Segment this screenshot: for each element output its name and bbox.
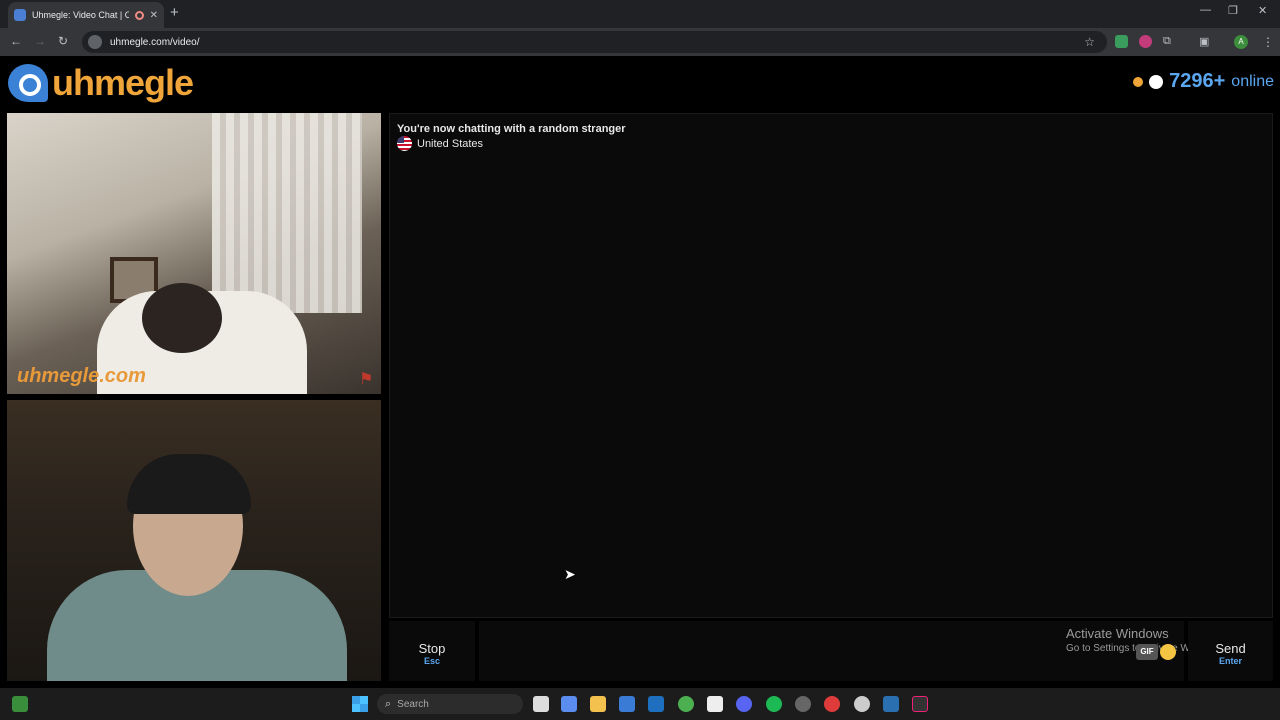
maximize-button[interactable]: ❐ xyxy=(1228,4,1238,17)
epic-icon[interactable] xyxy=(912,696,928,712)
new-tab-button[interactable]: + xyxy=(170,4,179,21)
steam2-icon[interactable] xyxy=(883,696,899,712)
send-shortcut: Enter xyxy=(1218,656,1242,666)
report-flag-icon[interactable]: ⚑ xyxy=(359,369,373,389)
discord-icon[interactable] xyxy=(736,696,752,712)
site-info-icon[interactable] xyxy=(88,35,102,49)
dark-mode-toggle[interactable] xyxy=(1149,74,1164,89)
file-icon[interactable] xyxy=(533,696,549,712)
search-placeholder: Search xyxy=(397,698,429,710)
start-button-icon[interactable] xyxy=(352,696,368,712)
us-flag-icon xyxy=(397,136,412,151)
chat-log: You're now chatting with a random strang… xyxy=(389,113,1273,618)
online-indicator: 7296+ online xyxy=(1133,70,1274,93)
logo-icon xyxy=(8,64,48,102)
address-bar[interactable]: uhmegle.com/video/ ☆ xyxy=(82,31,1107,53)
forward-icon[interactable]: → xyxy=(34,34,46,48)
windows-taskbar: ⌕ Search xyxy=(0,688,1280,720)
tab-close-icon[interactable]: ✕ xyxy=(150,10,158,21)
emoji-button-icon[interactable] xyxy=(1160,644,1176,660)
mouse-cursor-icon: ➤ xyxy=(564,566,576,582)
extension-icon[interactable] xyxy=(1115,35,1128,48)
side-panel-icon[interactable]: ▣ xyxy=(1199,35,1212,48)
online-label: online xyxy=(1231,72,1274,90)
page-content: uhmegle 7296+ online uhmegle.com ⚑ You'r… xyxy=(0,56,1280,684)
browser-menu-icon[interactable]: ⋮ xyxy=(1262,35,1274,49)
back-icon[interactable]: ← xyxy=(10,34,22,48)
opera-icon[interactable] xyxy=(824,696,840,712)
stop-label: Stop xyxy=(418,641,446,656)
tidal-icon[interactable] xyxy=(707,696,723,712)
browser-tab[interactable]: Uhmegle: Video Chat | Ome ✕ xyxy=(8,2,164,28)
chat-status-text: You're now chatting with a random strang… xyxy=(397,123,626,135)
country-name: United States xyxy=(417,137,484,150)
online-count: 7296+ xyxy=(1169,70,1226,92)
profile-avatar[interactable]: A xyxy=(1234,35,1248,49)
send-label: Send xyxy=(1215,641,1246,656)
send-button[interactable]: Send Enter xyxy=(1188,621,1273,681)
taskbar-search[interactable]: ⌕ Search xyxy=(377,694,523,714)
browser-toolbar: ← → ↻ uhmegle.com/video/ ☆ ⧉ ▣ xyxy=(0,28,1280,56)
minimize-button[interactable]: — xyxy=(1200,4,1211,16)
stranger-video: uhmegle.com ⚑ xyxy=(7,113,381,394)
extension-icon[interactable] xyxy=(1139,35,1152,48)
tab-title: Uhmegle: Video Chat | Ome xyxy=(32,10,129,20)
site-logo[interactable]: uhmegle xyxy=(8,62,194,104)
stranger-country: United States xyxy=(397,136,483,151)
outlook-icon[interactable] xyxy=(648,696,664,712)
folder-icon[interactable] xyxy=(590,696,606,712)
store-icon[interactable] xyxy=(619,696,635,712)
copilot-icon[interactable] xyxy=(561,696,577,712)
stranger-head xyxy=(142,283,222,353)
logo-text: uhmegle xyxy=(52,62,194,103)
video-watermark: uhmegle.com xyxy=(17,365,146,387)
widgets-icon[interactable] xyxy=(12,696,28,712)
close-window-button[interactable]: ✕ xyxy=(1258,4,1267,17)
extensions-puzzle-icon[interactable]: ⧉ xyxy=(1163,35,1176,48)
browser-tab-strip: Uhmegle: Video Chat | Ome ✕ + — ❐ ✕ xyxy=(0,0,1280,28)
self-beanie xyxy=(127,454,251,514)
chrome-icon[interactable] xyxy=(678,696,694,712)
reload-icon[interactable]: ↻ xyxy=(58,34,68,48)
self-video xyxy=(7,400,381,681)
bookmark-star-icon[interactable]: ☆ xyxy=(1084,35,1095,49)
spotify-icon[interactable] xyxy=(766,696,782,712)
background-curtain xyxy=(212,113,362,313)
search-icon: ⌕ xyxy=(385,697,392,710)
site-favicon-icon xyxy=(14,9,26,21)
steam-icon[interactable] xyxy=(795,696,811,712)
settings-icon[interactable] xyxy=(854,696,870,712)
light-mode-icon[interactable] xyxy=(1133,76,1144,87)
recording-icon xyxy=(134,10,144,20)
stop-button[interactable]: Stop Esc xyxy=(389,621,475,681)
url-text: uhmegle.com/video/ xyxy=(110,36,200,48)
gif-button[interactable]: GIF xyxy=(1136,644,1158,660)
stop-shortcut: Esc xyxy=(423,656,440,666)
